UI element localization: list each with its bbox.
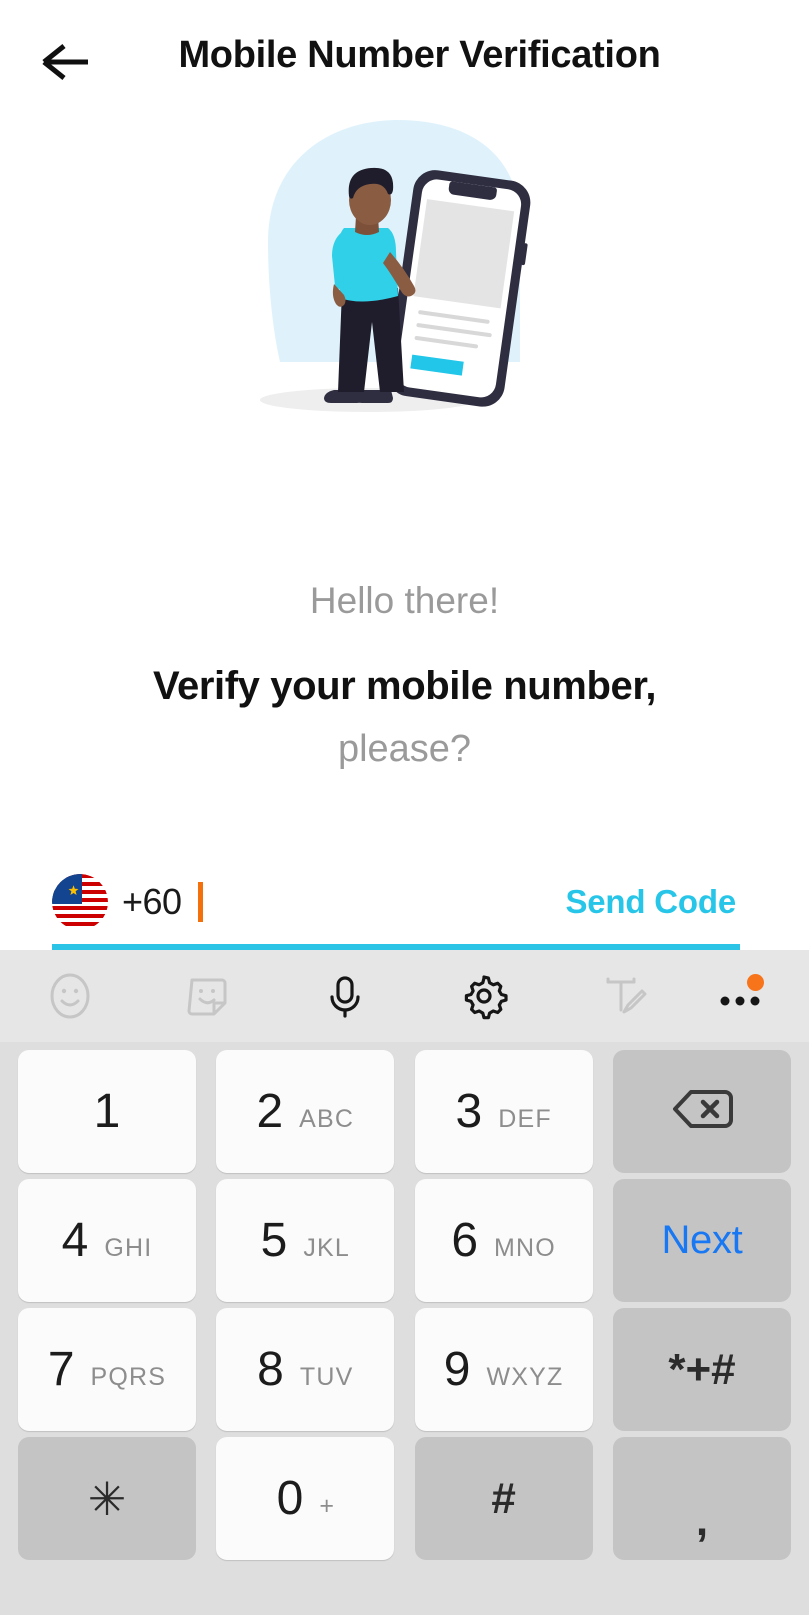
key-letters: TUV (299, 1362, 354, 1391)
greeting-subline: please? (337, 728, 472, 770)
key-digit: 2 (256, 1084, 284, 1138)
app-screen: Mobile Number Verification Hello there! … (0, 0, 809, 1615)
person-with-phone-illustration (250, 112, 555, 422)
more-options-icon[interactable] (710, 966, 770, 1026)
key-digit: 6 (451, 1213, 479, 1267)
key-hash-label: # (491, 1473, 516, 1523)
key-plus-label: + (319, 1491, 334, 1520)
key-5[interactable]: 5 JKL (216, 1179, 395, 1302)
key-1[interactable]: 1 (18, 1050, 196, 1173)
text-caret (197, 882, 203, 922)
key-next[interactable]: Next (612, 1179, 791, 1302)
key-digit: 1 (93, 1084, 121, 1138)
key-digit: 7 (47, 1342, 75, 1396)
key-2[interactable]: 2 ABC (216, 1050, 395, 1173)
key-letters: MNO (494, 1233, 556, 1262)
key-letters: GHI (104, 1233, 153, 1262)
key-digit: 4 (61, 1213, 89, 1267)
page-title: Mobile Number Verification (178, 34, 661, 76)
keyboard-row: 4 GHI 5 JKL 6 MNO Next (18, 1179, 791, 1302)
keyboard-row: ✳ 0 + # , (18, 1437, 791, 1560)
key-letters: ABC (299, 1104, 355, 1133)
key-7[interactable]: 7 PQRS (18, 1308, 196, 1431)
key-letters: WXYZ (486, 1362, 564, 1391)
key-8[interactable]: 8 TUV (216, 1308, 395, 1431)
malaysia-flag-icon[interactable] (52, 874, 108, 930)
key-digit: 3 (455, 1084, 483, 1138)
emoji-icon[interactable] (40, 966, 100, 1026)
greeting-hello: Hello there! (309, 580, 500, 621)
key-symbols-label: *+# (668, 1344, 736, 1394)
greeting-block: Hello there! Verify your mobile number, … (0, 570, 809, 780)
phone-input-row[interactable]: +60 Send Code (52, 856, 740, 948)
key-digit: 5 (260, 1213, 288, 1267)
key-letters: PQRS (90, 1362, 167, 1391)
greeting-headline: Verify your mobile number, (152, 664, 657, 708)
key-asterisk-label: ✳ (87, 1472, 127, 1525)
handwriting-icon[interactable] (594, 966, 654, 1026)
key-digit: 8 (257, 1342, 284, 1396)
key-asterisk[interactable]: ✳ (18, 1437, 196, 1560)
key-digit: 9 (443, 1342, 471, 1396)
key-next-label: Next (661, 1218, 743, 1262)
key-0[interactable]: 0 + (216, 1437, 395, 1560)
send-code-button[interactable]: Send Code (565, 883, 740, 921)
key-backspace[interactable] (612, 1050, 791, 1173)
keyboard-row: 1 2 ABC 3 DEF (18, 1050, 791, 1173)
keyboard-key-grid: 1 2 ABC 3 DEF 4 GHI 5 JKL 6 MNO Next 7 P… (0, 1042, 809, 1615)
key-9[interactable]: 9 WXYZ (414, 1308, 593, 1431)
backspace-icon (667, 1084, 737, 1139)
dial-code-label: +60 (122, 881, 182, 922)
key-letters: JKL (303, 1233, 351, 1262)
key-comma-label: , (695, 1496, 709, 1546)
key-digit: 0 (276, 1471, 304, 1525)
key-6[interactable]: 6 MNO (414, 1179, 593, 1302)
microphone-icon[interactable] (315, 966, 375, 1026)
key-4[interactable]: 4 GHI (18, 1179, 196, 1302)
key-letters: DEF (498, 1104, 552, 1133)
app-header: Mobile Number Verification (0, 0, 809, 120)
key-hash[interactable]: # (414, 1437, 593, 1560)
keyboard-toolbar (0, 950, 809, 1042)
key-symbols[interactable]: *+# (612, 1308, 791, 1431)
key-3[interactable]: 3 DEF (414, 1050, 593, 1173)
on-screen-keyboard: 1 2 ABC 3 DEF 4 GHI 5 JKL 6 MNO Next 7 P… (0, 950, 809, 1615)
notification-badge (747, 974, 764, 991)
keyboard-row: 7 PQRS 8 TUV 9 WXYZ *+# (18, 1308, 791, 1431)
gear-icon[interactable] (454, 966, 514, 1026)
sticker-icon[interactable] (177, 966, 237, 1026)
key-comma[interactable]: , (612, 1437, 791, 1560)
